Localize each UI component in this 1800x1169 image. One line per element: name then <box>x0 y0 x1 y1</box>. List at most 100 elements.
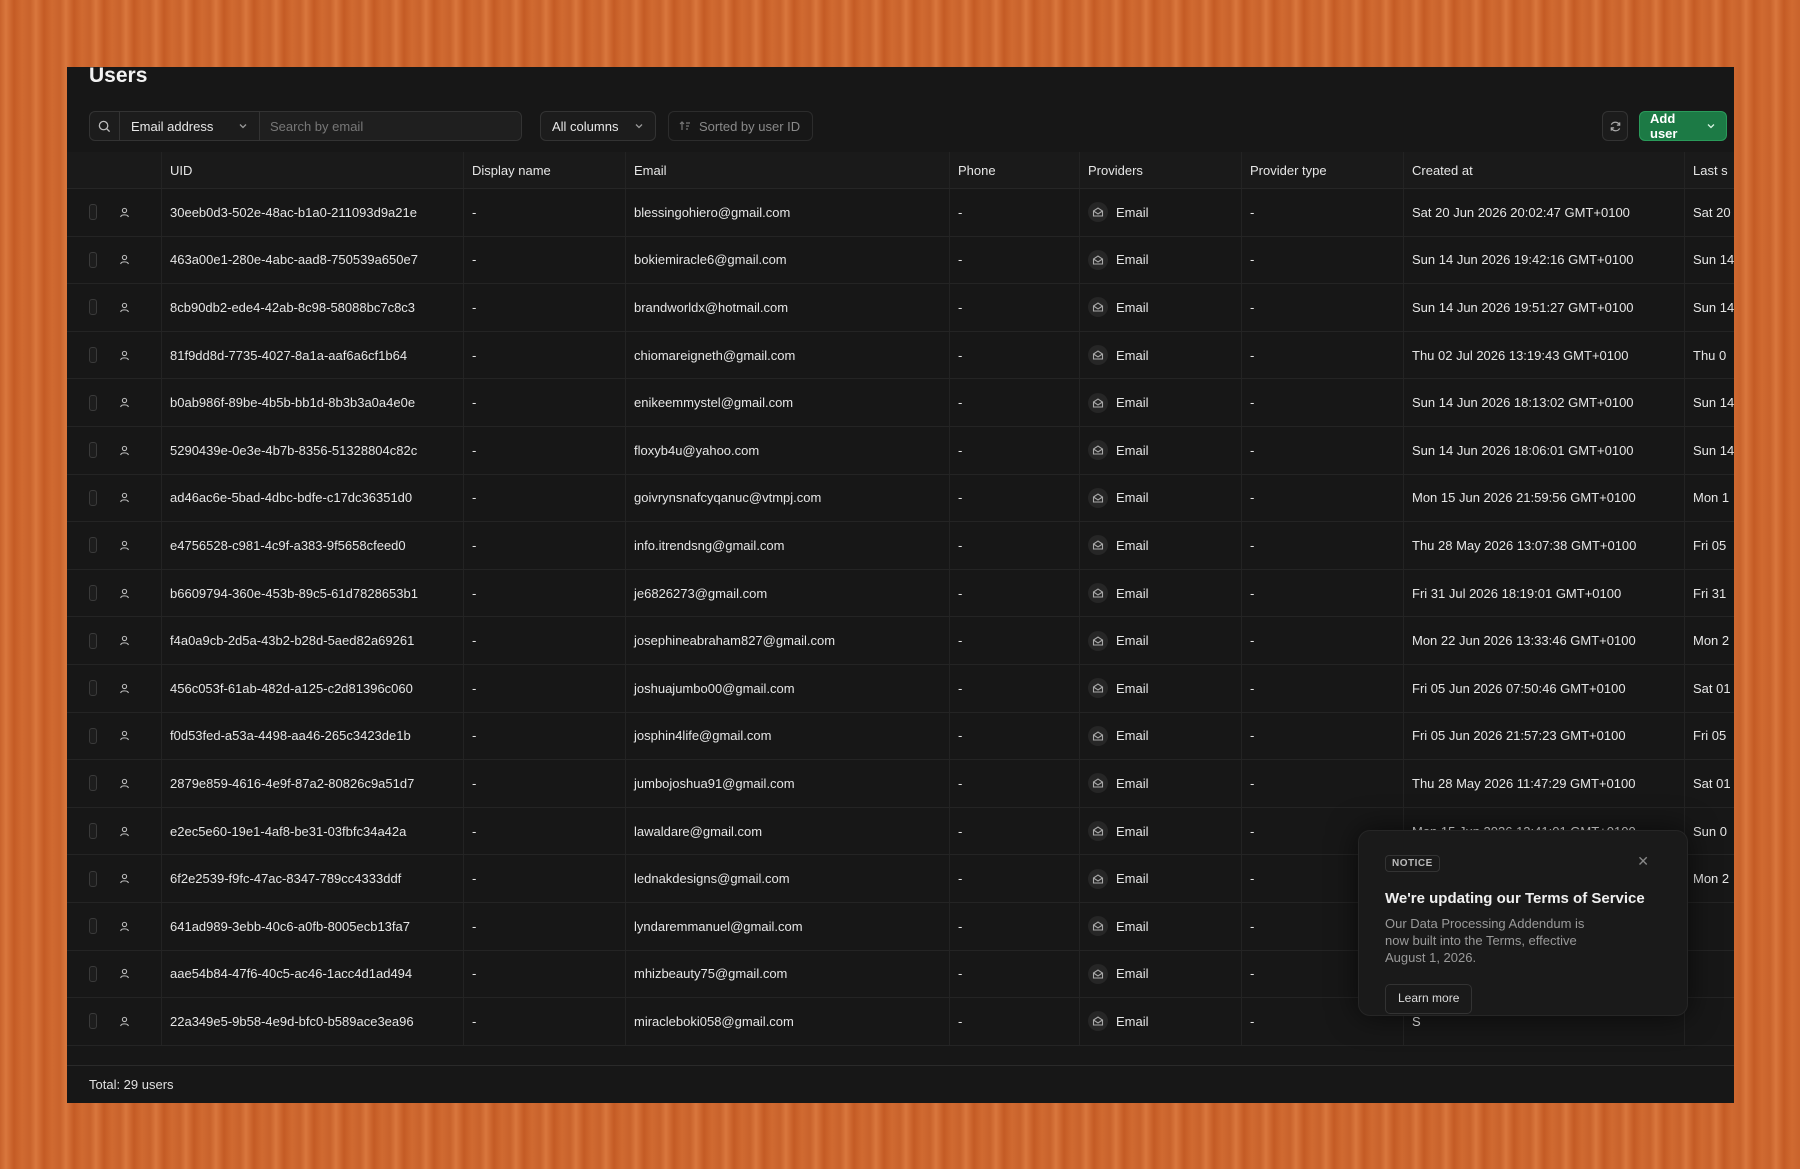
row-checkbox[interactable] <box>89 394 97 411</box>
display-name-cell: - <box>464 522 626 569</box>
providers-cell: Email <box>1080 807 1242 855</box>
row-checkbox[interactable] <box>89 680 97 697</box>
row-checkbox[interactable] <box>89 442 97 459</box>
user-icon <box>97 474 162 522</box>
providers-cell: Email <box>1080 284 1242 331</box>
email-cell: info.itrendsng@gmail.com <box>626 522 950 569</box>
email-cell: chiomareigneth@gmail.com <box>626 331 950 379</box>
header-display-name[interactable]: Display name <box>464 152 626 188</box>
header-phone[interactable]: Phone <box>950 152 1080 188</box>
search-field-label: Email address <box>131 118 214 134</box>
row-checkbox[interactable] <box>89 775 97 792</box>
table-row[interactable]: f4a0a9cb-2d5a-43b2-b28d-5aed82a69261- jos… <box>67 617 1734 665</box>
user-icon <box>97 569 162 617</box>
table-row[interactable]: 8cb90db2-ede4-42ab-8c98-58088bc7c8c3- bra… <box>67 284 1734 332</box>
mail-icon <box>1088 345 1108 366</box>
row-checkbox[interactable] <box>89 632 97 649</box>
table-row[interactable]: 81f9dd8d-7735-4027-8a1a-aaf6a6cf1b64- chi… <box>67 331 1734 380</box>
table-row[interactable]: e4756528-c981-4c9f-a383-9f5658cfeed0- inf… <box>67 522 1734 570</box>
table-row[interactable]: b0ab986f-89be-4b5b-bb1d-8b3b3a0a4e0e - eni… <box>67 379 1734 427</box>
total-count: Total: 29 users <box>89 1077 174 1092</box>
last-signed-in-cell: Thu 0 <box>1693 347 1727 363</box>
search-icon[interactable] <box>90 112 120 140</box>
provider-label: Email <box>1116 442 1149 458</box>
display-name-cell: - <box>464 426 626 474</box>
row-checkbox[interactable] <box>89 870 97 887</box>
table-row[interactable]: ad46ac6e-5bad-4dbc-bdfe-c17dc36351d0- goi… <box>67 474 1734 523</box>
row-checkbox[interactable] <box>89 918 97 935</box>
table-footer: Total: 29 users <box>67 1065 1734 1103</box>
phone-cell: - <box>950 617 1080 664</box>
display-name-cell: - <box>464 664 626 712</box>
row-select-cell <box>67 808 97 855</box>
header-providers[interactable]: Providers <box>1080 152 1242 188</box>
all-columns-button[interactable]: All columns <box>540 111 656 141</box>
provider-type-cell: - <box>1242 426 1404 474</box>
row-checkbox[interactable] <box>89 727 97 744</box>
row-checkbox[interactable] <box>89 251 97 268</box>
row-checkbox[interactable] <box>89 299 97 316</box>
search-input[interactable] <box>260 112 521 140</box>
header-created-at[interactable]: Created at <box>1404 152 1685 188</box>
row-checkbox[interactable] <box>89 585 97 602</box>
last-signed-in-cell: Mon 2 <box>1693 871 1730 887</box>
header-uid[interactable]: UID <box>162 152 464 188</box>
header-email[interactable]: Email <box>626 152 950 188</box>
table-header: UID Display name Email Phone Providers P… <box>67 152 1734 189</box>
notice-toast: NOTICE ✕ We're updating our Terms of Ser… <box>1358 830 1688 1016</box>
table-row[interactable]: 2879e859-4616-4e9f-87a2-80826c9a51d7- jum… <box>67 760 1734 808</box>
table-row[interactable]: b6609794-360e-453b-89c5-61d7828653b1- je6… <box>67 569 1734 618</box>
display-name-cell: - <box>464 902 626 950</box>
toolbar: Email address All columns Sorted by user… <box>89 111 1727 141</box>
table-row[interactable]: 463a00e1-280e-4abc-aad8-750539a650e7- bok… <box>67 236 1734 285</box>
uid-cell: 81f9dd8d-7735-4027-8a1a-aaf6a6cf1b64 <box>162 331 464 379</box>
header-last-signed-in[interactable]: Last s <box>1685 152 1734 188</box>
created-at-cell: Mon 22 Jun 2026 13:33:46 GMT+0100 <box>1404 617 1685 664</box>
header-provider-type[interactable]: Provider type <box>1242 152 1404 188</box>
provider-label: Email <box>1116 490 1149 506</box>
search-field-select[interactable]: Email address <box>120 112 260 140</box>
user-icon <box>97 712 162 760</box>
header-select-cell <box>67 152 97 188</box>
email-cell: bokiemiracle6@gmail.com <box>626 236 950 284</box>
provider-label: Email <box>1116 775 1149 791</box>
row-checkbox[interactable] <box>89 823 97 840</box>
row-checkbox[interactable] <box>89 965 97 982</box>
uid-cell: 30eeb0d3-502e-48ac-b1a0-211093d9a21e <box>162 189 464 236</box>
user-icon <box>97 950 162 998</box>
page-title: Users <box>89 67 148 87</box>
row-select-cell <box>67 760 97 807</box>
phone-cell: - <box>950 760 1080 807</box>
all-columns-label: All columns <box>552 118 619 134</box>
table-row[interactable]: 5290439e-0e3e-4b7b-8356-51328804c82c - flo… <box>67 426 1734 475</box>
display-name-cell: - <box>464 331 626 379</box>
phone-cell: - <box>950 474 1080 522</box>
table-row[interactable]: 456c053f-61ab-482d-a125-c2d81396c060- jos… <box>67 664 1734 713</box>
last-signed-in-cell: Mon 1 <box>1693 490 1730 506</box>
display-name-cell: - <box>464 284 626 331</box>
learn-more-button[interactable]: Learn more <box>1385 984 1473 1014</box>
row-checkbox[interactable] <box>89 347 97 364</box>
created-at-cell: Sun 14 Jun 2026 19:51:27 GMT+0100 <box>1404 284 1685 331</box>
add-user-button[interactable]: Add user <box>1639 111 1727 141</box>
mail-icon <box>1088 630 1108 651</box>
provider-label: Email <box>1116 871 1149 887</box>
last-signed-in-cell: Sun 14 <box>1693 442 1734 458</box>
table-row[interactable]: f0d53fed-a53a-4498-aa46-265c3423de1b - jos… <box>67 712 1734 761</box>
created-at-cell: Thu 28 May 2026 11:47:29 GMT+0100 <box>1404 760 1685 807</box>
row-checkbox[interactable] <box>89 537 97 554</box>
row-checkbox[interactable] <box>89 489 97 506</box>
email-cell: floxyb4u@yahoo.com <box>626 426 950 474</box>
row-checkbox[interactable] <box>89 204 97 221</box>
user-icon <box>97 760 162 807</box>
sort-button[interactable]: Sorted by user ID <box>668 111 813 141</box>
display-name-cell: - <box>464 712 626 760</box>
provider-label: Email <box>1116 252 1149 268</box>
table-row[interactable]: 30eeb0d3-502e-48ac-b1a0-211093d9a21e - ble… <box>67 189 1734 237</box>
refresh-button[interactable] <box>1602 111 1628 141</box>
mail-icon <box>1088 963 1108 984</box>
close-icon[interactable]: ✕ <box>1637 853 1649 870</box>
row-checkbox[interactable] <box>89 1013 97 1030</box>
provider-type-cell: - <box>1242 379 1404 426</box>
mail-icon <box>1088 202 1108 223</box>
